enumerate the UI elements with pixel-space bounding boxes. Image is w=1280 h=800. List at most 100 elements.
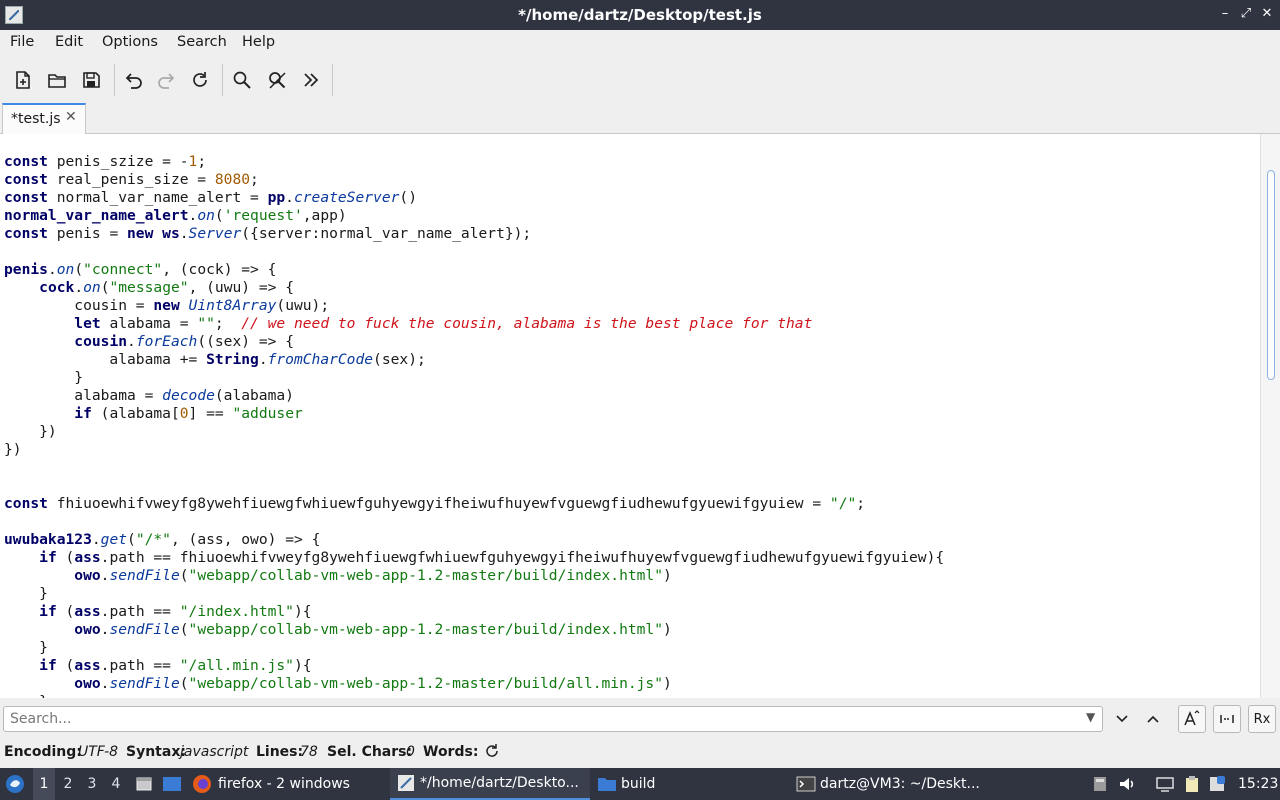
lines-label: Lines:: [256, 744, 304, 760]
code-line[interactable]: alabama = decode(alabama): [4, 387, 944, 405]
tab-label: *test.js: [11, 111, 61, 127]
folder-icon: [598, 778, 616, 791]
minimize-button[interactable]: –: [1216, 5, 1234, 23]
task-terminal[interactable]: dartz@VM3: ~/Deskt...: [796, 768, 996, 800]
tray-disk-icon[interactable]: [1092, 768, 1110, 800]
code-line[interactable]: penis.on("connect", (cock) => {: [4, 261, 944, 279]
start-menu-button[interactable]: [4, 768, 28, 800]
new-file-button[interactable]: [8, 65, 38, 95]
menu-options[interactable]: Options: [102, 34, 158, 50]
toolbar: [0, 58, 1280, 102]
tab-close-icon[interactable]: ✕: [65, 109, 77, 125]
whole-word-toggle[interactable]: [1213, 705, 1241, 733]
desktop-2[interactable]: 2: [57, 768, 79, 800]
code-line[interactable]: }: [4, 639, 944, 657]
match-case-icon: [1184, 710, 1200, 726]
new-file-icon: [16, 71, 30, 89]
toolbar-separator: [332, 64, 333, 96]
code-line[interactable]: const normal_var_name_alert = pp.createS…: [4, 189, 944, 207]
code-editor[interactable]: const penis_szize = -1; const real_penis_…: [0, 134, 1280, 698]
code-line[interactable]: const fhiuoewhifvweyfg8ywehfiuewgfwhiuew…: [4, 495, 944, 513]
desktop-1[interactable]: 1: [33, 768, 55, 800]
regex-toggle[interactable]: Rx: [1248, 705, 1276, 733]
menu-bar: File Edit Options Search Help: [0, 30, 1280, 56]
toolbar-separator: [222, 64, 223, 96]
find-next-button[interactable]: [1108, 705, 1136, 733]
undo-button[interactable]: [118, 65, 148, 95]
menu-file[interactable]: File: [10, 34, 34, 50]
volume-icon[interactable]: [1118, 768, 1138, 800]
close-window-button[interactable]: ✕: [1258, 5, 1276, 23]
task-text-editor[interactable]: */home/dartz/Deskto...: [390, 768, 590, 800]
chevron-up-icon: [1147, 715, 1159, 723]
code-line[interactable]: if (ass.path == fhiuoewhifvweyfg8ywehfiu…: [4, 549, 944, 567]
code-line[interactable]: ​: [4, 459, 944, 477]
code-line[interactable]: }: [4, 369, 944, 387]
code-line[interactable]: cousin = new Uint8Array(uwu);: [4, 297, 944, 315]
syntax-value: javascript: [180, 744, 249, 760]
menu-search[interactable]: Search: [177, 34, 227, 50]
search-history-dropdown-icon[interactable]: ▼: [1086, 710, 1095, 724]
save-button[interactable]: [76, 65, 106, 95]
task-firefox[interactable]: firefox - 2 windows: [192, 768, 382, 800]
scrollbar-thumb[interactable]: [1267, 170, 1275, 380]
tab-test-js[interactable]: *test.js ✕: [2, 103, 86, 134]
code-line[interactable]: normal_var_name_alert.on('request',app): [4, 207, 944, 225]
code-line[interactable]: ​: [4, 513, 944, 531]
code-line[interactable]: const real_penis_size = 8080;: [4, 171, 944, 189]
code-line[interactable]: owo.sendFile("webapp/collab-vm-web-app-1…: [4, 621, 944, 639]
terminal-icon: [796, 776, 816, 792]
code-line[interactable]: owo.sendFile("webapp/collab-vm-web-app-1…: [4, 675, 944, 693]
code-line[interactable]: owo.sendFile("webapp/collab-vm-web-app-1…: [4, 567, 944, 585]
code-content[interactable]: const penis_szize = -1; const real_penis_…: [4, 153, 944, 698]
redo-button[interactable]: [152, 65, 182, 95]
desktop-icon: [163, 777, 181, 791]
search-input[interactable]: [3, 706, 1103, 732]
more-button[interactable]: [296, 65, 326, 95]
tab-bar: *test.js ✕: [0, 102, 1280, 134]
redo-icon: [158, 73, 175, 89]
find-previous-button[interactable]: [1139, 705, 1167, 733]
code-line[interactable]: }): [4, 423, 944, 441]
code-line[interactable]: cock.on("message", (uwu) => {: [4, 279, 944, 297]
lxqt-logo-icon: [6, 775, 24, 793]
chevron-down-icon: [1116, 715, 1128, 723]
code-line[interactable]: }: [4, 585, 944, 603]
menu-edit[interactable]: Edit: [55, 34, 83, 50]
maximize-button[interactable]: ⤢: [1237, 5, 1255, 23]
code-line[interactable]: cousin.forEach((sex) => {: [4, 333, 944, 351]
vertical-scrollbar[interactable]: [1260, 134, 1280, 698]
sel-chars-value: 0: [406, 744, 415, 760]
code-line[interactable]: const penis_szize = -1;: [4, 153, 944, 171]
desktop-3[interactable]: 3: [81, 768, 103, 800]
find-replace-icon: [269, 72, 286, 89]
network-icon[interactable]: [1155, 768, 1175, 800]
clipboard-icon[interactable]: [1183, 768, 1203, 800]
code-line[interactable]: ​: [4, 243, 944, 261]
open-file-button[interactable]: [42, 65, 72, 95]
code-line[interactable]: if (alabama[0] == "adduser: [4, 405, 944, 423]
refresh-words-icon[interactable]: [484, 743, 500, 763]
code-line[interactable]: uwubaka123.get("/*", (ass, owo) => {: [4, 531, 944, 549]
title-bar: */home/dartz/Desktop/test.js – ⤢ ✕: [0, 0, 1280, 30]
menu-help[interactable]: Help: [242, 34, 275, 50]
code-line[interactable]: if (ass.path == "/index.html"){: [4, 603, 944, 621]
code-line[interactable]: alabama += String.fromCharCode(sex);: [4, 351, 944, 369]
task-text-editor-label: */home/dartz/Deskto...: [420, 775, 579, 791]
desktop-4[interactable]: 4: [105, 768, 127, 800]
code-line[interactable]: let alabama = ""; // we need to fuck the…: [4, 315, 944, 333]
find-button[interactable]: [227, 65, 257, 95]
reload-button[interactable]: [185, 65, 215, 95]
match-case-toggle[interactable]: [1178, 705, 1206, 733]
code-line[interactable]: if (ass.path == "/all.min.js"){: [4, 657, 944, 675]
clock[interactable]: 15:23: [1238, 768, 1278, 800]
file-manager-launcher[interactable]: [135, 768, 155, 800]
code-line[interactable]: ​: [4, 477, 944, 495]
show-desktop-button[interactable]: [162, 768, 184, 800]
words-label: Words:: [423, 744, 479, 760]
task-build-folder[interactable]: build: [597, 768, 777, 800]
code-line[interactable]: }): [4, 441, 944, 459]
update-notifier-icon[interactable]: [1208, 768, 1228, 800]
find-replace-button[interactable]: [262, 65, 292, 95]
code-line[interactable]: const penis = new ws.Server({server:norm…: [4, 225, 944, 243]
